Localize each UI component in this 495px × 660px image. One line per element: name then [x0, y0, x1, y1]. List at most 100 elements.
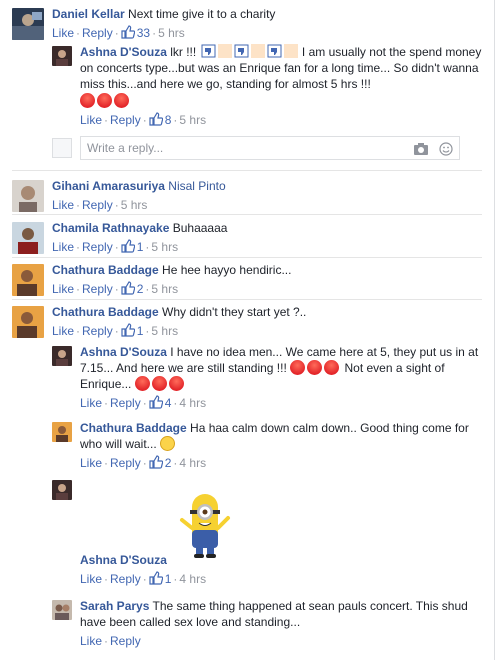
angry-face-icon	[151, 376, 167, 391]
thumbs-down-icon	[234, 44, 249, 58]
like-button[interactable]: Like	[52, 26, 74, 40]
like-button[interactable]: Like	[52, 282, 74, 296]
smiley-icon[interactable]	[439, 142, 453, 156]
minion-sticker[interactable]	[170, 484, 240, 564]
divider	[12, 214, 482, 215]
avatar[interactable]	[12, 306, 44, 338]
thumbs-up-icon	[149, 395, 163, 409]
camera-icon[interactable]	[413, 142, 429, 156]
like-button[interactable]: Like	[80, 634, 102, 648]
comment-text: Why didn't they start yet ?..	[162, 305, 307, 319]
thumbs-up-icon	[121, 239, 135, 253]
angry-face-icon	[114, 93, 129, 108]
like-count[interactable]: 33	[137, 26, 150, 40]
like-count[interactable]: 4	[165, 396, 172, 410]
thumbs-up-icon	[149, 112, 163, 126]
reply-button[interactable]: Reply	[110, 113, 141, 127]
thumbs-down-icon	[267, 44, 282, 58]
like-button[interactable]: Like	[80, 456, 102, 470]
thumbs-up-icon	[121, 323, 135, 337]
reply-button[interactable]: Reply	[110, 634, 141, 648]
emoji-tile-icon	[250, 44, 265, 58]
reply-button[interactable]: Reply	[82, 198, 113, 212]
reply-input[interactable]: Write a reply...	[80, 136, 460, 160]
avatar[interactable]	[52, 600, 72, 620]
comment-thread: Daniel Kellar Next time give it to a cha…	[0, 0, 495, 660]
thumbs-up-icon	[149, 571, 163, 585]
reply-button[interactable]: Reply	[110, 572, 141, 586]
author-name[interactable]: Chathura Baddage	[52, 305, 159, 319]
comment-text: Next time give it to a charity	[128, 7, 276, 21]
like-count[interactable]: 2	[137, 282, 144, 296]
avatar[interactable]	[12, 222, 44, 254]
author-name[interactable]: Chathura Baddage	[80, 421, 187, 435]
author-name[interactable]: Daniel Kellar	[52, 7, 125, 21]
reply-button[interactable]: Reply	[82, 282, 113, 296]
author-name[interactable]: Chamila Rathnayake	[52, 221, 169, 235]
reply-comment: Ashna D'Souza lkr !!! I am usually not t…	[52, 44, 482, 128]
comment: Chamila Rathnayake Buhaaaaa Like · Reply · 1…	[12, 220, 482, 255]
mention-link[interactable]: Nisal Pinto	[168, 179, 225, 193]
like-count[interactable]: 8	[165, 113, 172, 127]
author-name[interactable]: Ashna D'Souza	[80, 553, 167, 567]
timestamp[interactable]: 5 hrs	[151, 240, 178, 254]
reply-placeholder: Write a reply...	[87, 141, 164, 155]
author-name[interactable]: Ashna D'Souza	[80, 45, 167, 59]
like-button[interactable]: Like	[80, 572, 102, 586]
comment-actions: Like · Reply	[80, 634, 141, 648]
reply-button[interactable]: Reply	[110, 396, 141, 410]
like-count[interactable]: 1	[165, 572, 172, 586]
timestamp[interactable]: 5 hrs	[151, 282, 178, 296]
angry-face-icon	[168, 376, 184, 391]
timestamp[interactable]: 4 hrs	[179, 572, 206, 586]
timestamp[interactable]: 5 hrs	[179, 113, 206, 127]
avatar[interactable]	[52, 46, 72, 66]
like-button[interactable]: Like	[52, 198, 74, 212]
reply-comment: Sarah Parys The same thing happened at s…	[52, 598, 482, 649]
avatar	[52, 138, 72, 158]
like-count[interactable]: 1	[137, 240, 144, 254]
thumbs-up-icon	[121, 25, 135, 39]
timestamp[interactable]: 5 hrs	[158, 26, 185, 40]
comment-actions: Like · Reply · 8 · 5 hrs	[80, 112, 207, 127]
comment-actions: Like · Reply · 33 · 5 hrs	[52, 25, 185, 40]
like-button[interactable]: Like	[52, 240, 74, 254]
divider	[12, 299, 482, 300]
reply-button[interactable]: Reply	[82, 240, 113, 254]
comment-actions: Like · Reply · 2 · 5 hrs	[52, 281, 179, 296]
author-name[interactable]: Chathura Baddage	[52, 263, 159, 277]
timestamp[interactable]: 5 hrs	[151, 324, 178, 338]
avatar[interactable]	[12, 8, 44, 40]
divider	[12, 257, 482, 258]
timestamp[interactable]: 5 hrs	[121, 198, 148, 212]
avatar[interactable]	[52, 422, 72, 442]
timestamp[interactable]: 4 hrs	[179, 396, 206, 410]
reply-comment: Chathura Baddage Ha haa calm down calm d…	[52, 420, 482, 471]
like-button[interactable]: Like	[80, 113, 102, 127]
like-count[interactable]: 2	[165, 456, 172, 470]
author-name[interactable]: Ashna D'Souza	[80, 345, 167, 359]
avatar[interactable]	[52, 346, 72, 366]
timestamp[interactable]: 4 hrs	[179, 456, 206, 470]
author-name[interactable]: Sarah Parys	[80, 599, 149, 613]
divider	[12, 170, 482, 171]
angry-face-icon	[307, 360, 323, 375]
avatar[interactable]	[12, 264, 44, 296]
reply-button[interactable]: Reply	[82, 26, 113, 40]
emoji-tile-icon	[217, 44, 232, 58]
like-button[interactable]: Like	[80, 396, 102, 410]
comment-text: He hee hayyo hendiric...	[162, 263, 292, 277]
comment-actions: Like · Reply · 2 · 4 hrs	[80, 455, 207, 470]
thumbs-up-icon	[121, 281, 135, 295]
reply-button[interactable]: Reply	[82, 324, 113, 338]
reply-comment: Ashna D'Souza Like · Reply · 1 · 4 hrs	[52, 478, 482, 587]
avatar[interactable]	[12, 180, 44, 212]
avatar[interactable]	[52, 480, 72, 500]
angry-face-icon	[80, 93, 95, 108]
comment-actions: Like · Reply · 5 hrs	[52, 198, 148, 212]
like-button[interactable]: Like	[52, 324, 74, 338]
author-name[interactable]: Gihani Amarasuriya	[52, 179, 165, 193]
like-count[interactable]: 1	[137, 324, 144, 338]
reply-button[interactable]: Reply	[110, 456, 141, 470]
comment-actions: Like · Reply · 1 · 5 hrs	[52, 239, 179, 254]
